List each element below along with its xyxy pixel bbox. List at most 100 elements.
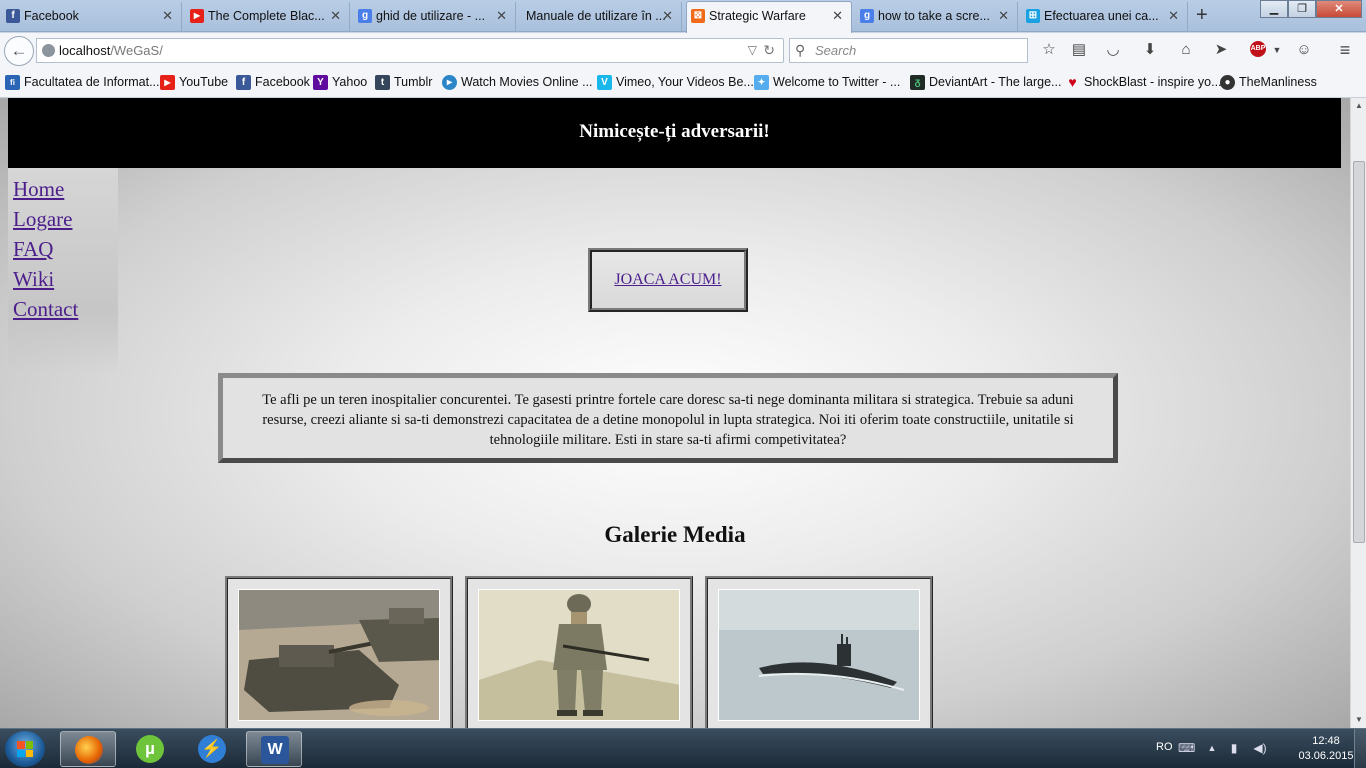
soldier-image	[478, 589, 680, 721]
address-bar[interactable]: localhost/WeGaS/ ▽ ↻	[36, 38, 784, 63]
download-icon[interactable]: ⬇	[1141, 41, 1159, 59]
minimize-button[interactable]: ▁	[1260, 0, 1288, 18]
heart-icon: ♥	[1068, 74, 1077, 90]
chat-icon[interactable]: ☺	[1295, 41, 1313, 59]
bookmark-label: Yahoo	[332, 75, 368, 89]
tanks-image	[238, 589, 440, 721]
close-icon[interactable]: ✕	[162, 2, 173, 30]
tab-google-ghid[interactable]: g ghid de utilizare - ... ✕	[354, 2, 516, 32]
bookmark-deviantart[interactable]: ᵹ DeviantArt - The large...	[910, 74, 1061, 91]
send-icon[interactable]: ➤	[1212, 41, 1230, 59]
adblock-icon[interactable]: ABP	[1250, 41, 1266, 57]
deviantart-icon: ᵹ	[910, 75, 925, 90]
tumblr-icon: t	[375, 75, 390, 90]
tab-label: The Complete Blac...	[208, 9, 325, 23]
clock[interactable]: 12:48 03.06.2015	[1296, 734, 1356, 764]
bookmark-vimeo[interactable]: V Vimeo, Your Videos Be...	[597, 74, 754, 91]
play-now-link[interactable]: JOACA ACUM!	[614, 271, 721, 288]
window-close-button[interactable]: ✕	[1316, 0, 1362, 18]
pocket-icon[interactable]: ◡	[1104, 41, 1122, 59]
taskbar-firefox[interactable]	[60, 731, 116, 767]
side-navigation: Home Logare FAQ Wiki Contact	[8, 168, 118, 373]
close-icon[interactable]: ✕	[998, 2, 1009, 30]
globe-icon	[42, 44, 55, 57]
bookmark-tumblr[interactable]: t Tumblr	[375, 74, 432, 91]
facebook-icon: f	[6, 9, 20, 23]
nav-link-contact[interactable]: Contact	[13, 294, 118, 324]
gallery-title: Galerie Media	[604, 522, 746, 547]
tab-label: ghid de utilizare - ...	[376, 9, 486, 23]
bookmark-shockblast[interactable]: ♥ ShockBlast - inspire yo...	[1065, 74, 1221, 91]
keyboard-icon[interactable]: ⌨	[1178, 740, 1195, 756]
clock-date: 03.06.2015	[1298, 750, 1354, 762]
utorrent-icon: µ	[136, 735, 164, 763]
bookmarks-list-icon[interactable]: ▤	[1070, 41, 1088, 59]
start-button[interactable]	[5, 731, 45, 767]
volume-icon[interactable]: ◀)	[1252, 740, 1268, 756]
bookmark-star-icon[interactable]: ☆	[1040, 41, 1058, 59]
twitter-icon: ✦	[754, 75, 769, 90]
bookmark-yahoo[interactable]: Y Yahoo	[313, 74, 367, 91]
bookmark-youtube[interactable]: ▶ YouTube	[160, 74, 228, 91]
youtube-icon: ▶	[190, 9, 204, 23]
close-icon[interactable]: ✕	[832, 2, 843, 30]
menu-icon[interactable]: ≡	[1336, 41, 1354, 59]
tab-manuale[interactable]: Manuale de utilizare în ... ✕	[520, 2, 682, 32]
submarine-image	[718, 589, 920, 721]
bookmark-label: YouTube	[179, 75, 229, 89]
chevron-down-icon[interactable]: ▼	[1268, 41, 1286, 59]
history-dropdown-icon[interactable]: ▽	[748, 39, 757, 62]
tray-expand-icon[interactable]: ▲	[1204, 740, 1220, 756]
scroll-down-icon[interactable]: ▼	[1351, 712, 1366, 728]
tab-strategic-warfare[interactable]: ⊠ Strategic Warfare ✕	[686, 1, 852, 33]
firefox-icon	[75, 736, 103, 764]
nav-link-home[interactable]: Home	[13, 174, 118, 204]
back-button[interactable]: ←	[4, 36, 34, 66]
close-icon[interactable]: ✕	[662, 2, 673, 30]
bookmark-fii[interactable]: fi Facultatea de Informat...	[5, 74, 160, 91]
taskbar-thunder[interactable]: ⚡	[184, 731, 240, 767]
restore-button[interactable]: ❐	[1288, 0, 1316, 18]
taskbar-utorrent[interactable]: µ	[122, 731, 178, 767]
bookmark-twitter[interactable]: ✦ Welcome to Twitter - ...	[754, 74, 900, 91]
facebook-icon: f	[236, 75, 251, 90]
lightning-icon: ⚡	[198, 735, 226, 763]
url-host: localhost	[59, 43, 111, 58]
taskbar-word[interactable]: W	[246, 731, 302, 767]
tab-google-screenshot[interactable]: g how to take a scre... ✕	[856, 2, 1018, 32]
tab-facebook[interactable]: f Facebook ✕	[2, 2, 182, 32]
show-desktop-button[interactable]	[1354, 729, 1366, 768]
page-scrollbar[interactable]: ▲ ▼	[1350, 98, 1366, 728]
bookmarks-toolbar: fi Facultatea de Informat... ▶ YouTube f…	[0, 68, 1366, 98]
home-icon[interactable]: ⌂	[1177, 41, 1195, 59]
close-icon[interactable]: ✕	[330, 2, 341, 30]
bookmark-label: Facebook	[255, 75, 310, 89]
tab-label: Efectuarea unei ca...	[1044, 9, 1159, 23]
close-icon[interactable]: ✕	[496, 2, 507, 30]
gallery-item-tanks[interactable]	[225, 576, 453, 728]
bookmark-label: TheManliness	[1239, 75, 1317, 89]
search-input[interactable]: ⚲ Search	[789, 38, 1028, 63]
nav-link-faq[interactable]: FAQ	[13, 234, 118, 264]
network-icon[interactable]: ▮	[1226, 740, 1242, 756]
new-tab-button[interactable]: +	[1196, 4, 1208, 26]
gallery-item-submarine[interactable]	[705, 576, 933, 728]
bookmark-themanliness[interactable]: ● TheManliness	[1220, 74, 1317, 91]
bookmark-facebook[interactable]: f Facebook	[236, 74, 310, 91]
nav-link-wiki[interactable]: Wiki	[13, 264, 118, 294]
close-icon[interactable]: ✕	[1168, 2, 1179, 30]
play-circle-icon: ▸	[442, 75, 457, 90]
tab-youtube[interactable]: ▶ The Complete Blac... ✕	[186, 2, 350, 32]
bookmark-watch-movies[interactable]: ▸ Watch Movies Online ...	[442, 74, 593, 91]
scroll-up-icon[interactable]: ▲	[1351, 98, 1366, 114]
language-indicator[interactable]: RO	[1156, 741, 1173, 753]
reload-icon[interactable]: ↻	[763, 39, 775, 62]
youtube-icon: ▶	[160, 75, 175, 90]
nav-link-logare[interactable]: Logare	[13, 204, 118, 234]
tab-efectuarea[interactable]: ⊞ Efectuarea unei ca... ✕	[1022, 2, 1188, 32]
clock-time: 12:48	[1312, 735, 1340, 747]
scrollbar-thumb[interactable]	[1353, 161, 1365, 543]
fii-icon: fi	[5, 75, 20, 90]
windows-logo-icon	[17, 741, 33, 757]
gallery-item-soldier[interactable]	[465, 576, 693, 728]
